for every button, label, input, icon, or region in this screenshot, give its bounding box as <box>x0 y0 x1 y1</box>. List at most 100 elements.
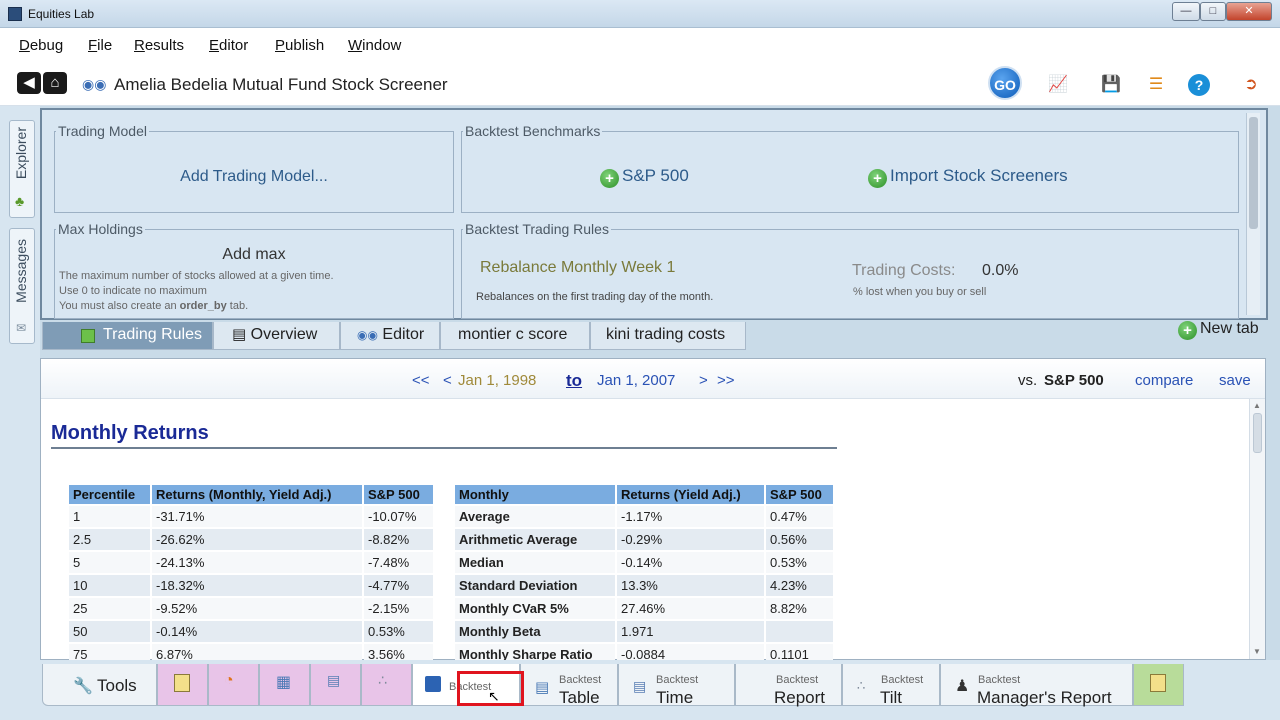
scroll-thumb[interactable] <box>1249 117 1258 229</box>
backtest-time-tab[interactable]: ▤ Backtest Time <box>618 664 735 707</box>
add-trading-model-link[interactable]: Add Trading Model... <box>55 168 453 186</box>
menu-editor[interactable]: Editor <box>209 37 248 54</box>
table-cell: Arithmetic Average <box>455 529 615 550</box>
scatter-plot-icon: ∴ <box>378 672 387 688</box>
help-icon[interactable]: ? <box>1188 74 1210 96</box>
save-icon[interactable]: 💾 <box>1100 74 1122 96</box>
max-holdings-help-2: Use 0 to indicate no maximum <box>59 285 207 297</box>
table-row: 5 -24.13% -7.48% <box>69 552 433 573</box>
document-title: Amelia Bedelia Mutual Fund Stock Screene… <box>114 75 448 94</box>
go-button[interactable]: GO <box>988 66 1022 100</box>
benchmark-name: S&P 500 <box>1044 372 1104 389</box>
menu-results[interactable]: Results <box>134 37 184 54</box>
table-cell: -26.62% <box>152 529 362 550</box>
back-icon[interactable]: ◀ <box>17 72 41 94</box>
tab-overview[interactable]: ▤ Overview <box>213 322 340 350</box>
table-cell: -2.15% <box>364 598 433 619</box>
table-cell: -0.29% <box>617 529 764 550</box>
add-max-link[interactable]: Add max <box>55 246 453 264</box>
compare-link[interactable]: compare <box>1135 372 1193 389</box>
max-holdings-legend: Max Holdings <box>56 221 145 237</box>
menu-window[interactable]: Window <box>348 37 401 54</box>
table-cell: 0.56% <box>766 529 833 550</box>
bar-chart-tab[interactable]: ▤ <box>310 664 361 706</box>
binoculars-icon: ◉◉ <box>357 328 378 342</box>
messages-tab[interactable]: Messages ✉ <box>9 228 35 344</box>
rebalance-rule[interactable]: Rebalance Monthly Week 1 <box>480 259 675 277</box>
table-cell: -7.48% <box>364 552 433 573</box>
table-icon: ▤ <box>535 679 550 696</box>
order-by-code: order_by <box>179 300 227 312</box>
table-cell: Average <box>455 506 615 527</box>
table-cell: 4.23% <box>766 575 833 596</box>
bar-chart-icon: ▤ <box>633 678 647 694</box>
backtest-managers-report-tab[interactable]: ♟ Backtest Manager's Report <box>940 664 1133 707</box>
tab-trading-rules[interactable]: Trading Rules <box>42 322 213 350</box>
menu-file[interactable]: File <box>88 37 112 54</box>
notepad-icon <box>174 674 190 692</box>
trading-model-legend: Trading Model <box>56 123 149 139</box>
tab-label: Overview <box>250 326 318 343</box>
mouse-cursor-icon: ↖ <box>488 688 500 704</box>
start-date[interactable]: Jan 1, 1998 <box>458 372 536 389</box>
column-header: Returns (Yield Adj.) <box>617 485 764 504</box>
results-scrollbar[interactable]: ▲ ▼ <box>1249 399 1265 659</box>
backtest-small-label: Backtest <box>656 674 699 686</box>
benchmarks-group: Backtest Benchmarks + S&P 500 + Import Sto… <box>461 123 1239 213</box>
table-cell: Median <box>455 552 615 573</box>
grid-tab[interactable]: ▦ <box>259 664 310 706</box>
home-icon[interactable]: ⌂ <box>43 72 67 94</box>
section-divider <box>51 447 837 449</box>
table-cell: -24.13% <box>152 552 362 573</box>
backtest-tilt-tab[interactable]: ∴ Backtest Tilt <box>842 664 940 707</box>
scroll-up-icon[interactable]: ▲ <box>1253 401 1261 410</box>
save-link[interactable]: save <box>1219 372 1251 389</box>
backtest-small-label: Backtest <box>978 674 1021 686</box>
scroll-down-icon[interactable]: ▼ <box>1253 647 1261 656</box>
rules-scrollbar[interactable] <box>1246 113 1260 315</box>
tab-label: Editor <box>382 326 425 343</box>
backtest-table-tab[interactable]: ▤ Backtest Table <box>520 664 618 707</box>
chart-icon[interactable]: 📈 <box>1047 74 1069 96</box>
tab-kini-trading-costs[interactable]: kini trading costs <box>590 322 746 350</box>
minimize-button[interactable]: — <box>1172 2 1200 21</box>
sp500-benchmark-button[interactable]: + S&P 500 <box>600 166 689 188</box>
import-screeners-button[interactable]: + Import Stock Screeners <box>868 166 1068 188</box>
exit-icon[interactable]: ➲ <box>1240 74 1262 96</box>
pie-chart-tab[interactable]: ◔ <box>208 664 259 706</box>
table-cell: 8.82% <box>766 598 833 619</box>
screener-tab[interactable] <box>157 664 208 706</box>
back-button[interactable]: < <box>443 372 452 389</box>
trading-costs-note: % lost when you buy or sell <box>853 286 987 298</box>
to-link[interactable]: to <box>566 371 582 391</box>
table-row: 10 -18.32% -4.77% <box>69 575 433 596</box>
end-date[interactable]: Jan 1, 2007 <box>597 372 675 389</box>
add-icon: + <box>868 169 887 188</box>
bar-chart-icon: ▤ <box>327 672 341 688</box>
table-cell: 5 <box>69 552 150 573</box>
green-notepad-tab[interactable] <box>1133 664 1184 706</box>
table-cell: -4.77% <box>364 575 433 596</box>
menu-debug[interactable]: Debug <box>19 37 63 54</box>
new-tab-button[interactable]: + New tab <box>1178 320 1259 340</box>
maximize-button[interactable]: □ <box>1200 2 1226 21</box>
trading-rules-panel: Trading Model Add Trading Model... Backt… <box>40 108 1268 320</box>
menu-publish[interactable]: Publish <box>275 37 324 54</box>
tab-editor[interactable]: ◉◉ Editor <box>340 322 440 350</box>
backtest-report-tab[interactable]: Backtest Report <box>735 664 842 707</box>
forward-button[interactable]: > <box>699 372 708 389</box>
scroll-thumb[interactable] <box>1253 413 1262 453</box>
forward-far-button[interactable]: >> <box>717 372 735 389</box>
tools-tab[interactable]: 🔧 Tools <box>42 664 157 706</box>
backtest-tilt-label: Tilt <box>880 688 903 707</box>
table-cell: -1.17% <box>617 506 764 527</box>
trading-rules-group: Backtest Trading Rules Rebalance Monthly… <box>461 221 1239 319</box>
tab-montier-c-score[interactable]: montier c score <box>440 322 590 350</box>
back-far-button[interactable]: << <box>412 372 430 389</box>
explorer-tab[interactable]: Explorer ♣ <box>9 120 35 218</box>
backtest-small-label: Backtest <box>776 674 819 686</box>
list-icon[interactable]: ☰ <box>1145 74 1167 96</box>
scatter-tab[interactable]: ∴ <box>361 664 412 706</box>
close-button[interactable]: ✕ <box>1226 2 1272 21</box>
trading-costs-value[interactable]: 0.0% <box>982 262 1018 280</box>
